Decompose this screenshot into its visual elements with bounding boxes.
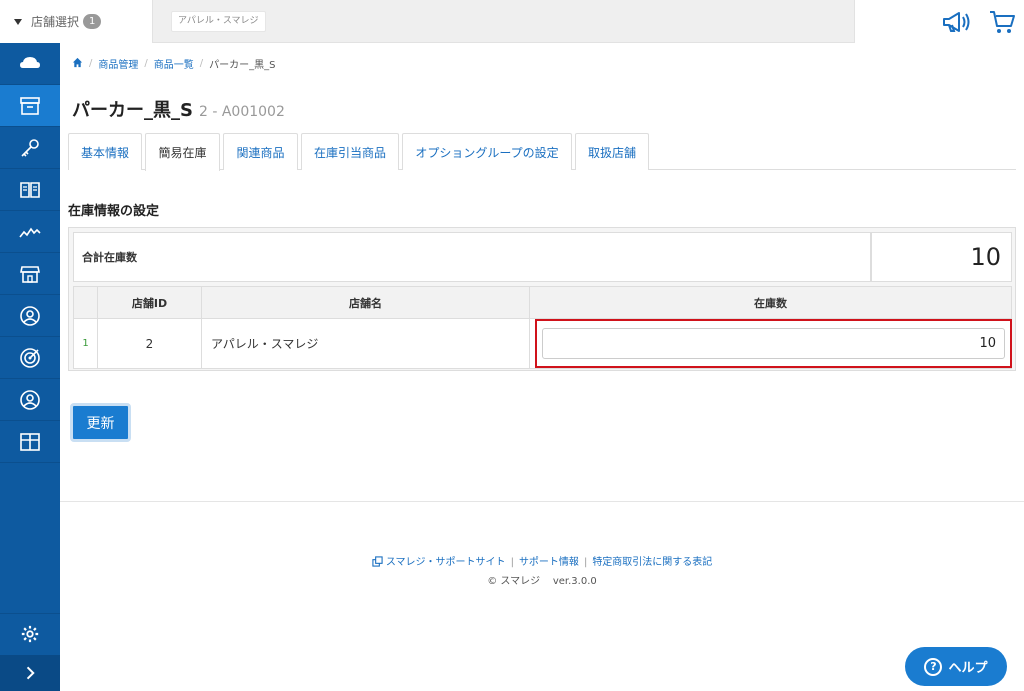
table-header-store-name: 店舗名 (201, 286, 530, 319)
breadcrumb-current: パーカー_黒_S (209, 60, 276, 71)
book-icon (20, 181, 40, 198)
breadcrumb-product-list[interactable]: 商品一覧 (154, 56, 194, 71)
sidebar-item-settings-key[interactable] (0, 127, 60, 169)
sidebar-item-customers[interactable] (0, 379, 60, 421)
footer-divider (60, 501, 1024, 502)
stock-section-title: 在庫情報の設定 (68, 204, 160, 219)
tab-bar: 基本情報 簡易在庫 関連商品 在庫引当商品 オプショングループの設定 取扱店舗 (68, 133, 1016, 171)
cart-icon[interactable] (987, 8, 1017, 36)
selected-store-chip[interactable]: アパレル・スマレジ (171, 11, 266, 32)
megaphone-icon[interactable] (941, 8, 971, 36)
sidebar-item-analytics[interactable] (0, 211, 60, 253)
table-header-index (73, 286, 98, 319)
total-stock-value: 10 (871, 232, 1012, 282)
copyright-text: © スマレジ (487, 576, 541, 587)
sidebar-item-stores[interactable] (0, 253, 60, 295)
legal-notice-link[interactable]: 特定商取引法に関する表記 (592, 557, 712, 568)
gear-icon (21, 625, 39, 642)
store-select-label: 店舗選択 (31, 15, 80, 29)
store-select-dropdown[interactable]: 店舗選択 1 (0, 0, 153, 43)
tab-option-groups[interactable]: オプショングループの設定 (402, 133, 572, 170)
footer-links: スマレジ・サポートサイト | サポート情報 | 特定商取引法に関する表記 (60, 553, 1024, 568)
chart-line-icon (19, 227, 41, 237)
sidebar (0, 43, 60, 691)
main-content: / 商品管理 / 商品一覧 / パーカー_黒_S パーカー_黒_S 2 - A00… (60, 43, 1024, 691)
external-link-icon (372, 556, 383, 568)
customer-icon (20, 389, 40, 410)
grid-icon (20, 432, 40, 451)
support-site-link[interactable]: スマレジ・サポートサイト (386, 557, 506, 568)
tab-handling-stores[interactable]: 取扱店舗 (575, 133, 649, 170)
tab-related-products[interactable]: 関連商品 (223, 133, 298, 170)
chevron-right-icon (26, 666, 35, 680)
table-header-stock: 在庫数 (529, 286, 1012, 319)
version-text: ver.3.0.0 (552, 576, 597, 587)
caret-down-icon (14, 18, 22, 25)
home-icon[interactable] (72, 57, 83, 71)
tab-basic-info[interactable]: 基本情報 (68, 133, 142, 170)
question-icon: ? (924, 657, 943, 676)
target-icon (20, 347, 40, 368)
sidebar-settings-button[interactable] (0, 613, 60, 653)
tab-stock-allocation[interactable]: 在庫引当商品 (301, 133, 399, 170)
key-icon (21, 138, 39, 157)
help-button[interactable]: ? ヘルプ (905, 647, 1007, 686)
table-row-index: 1 (73, 318, 98, 369)
page-title: パーカー_黒_S 2 - A001002 (72, 96, 285, 122)
sidebar-item-catalog[interactable] (0, 169, 60, 211)
breadcrumb: / 商品管理 / 商品一覧 / パーカー_黒_S (72, 56, 275, 71)
sidebar-item-products[interactable] (0, 85, 60, 127)
sidebar-expand-button[interactable] (0, 655, 60, 691)
store-icon (20, 265, 40, 283)
cloud-icon (20, 56, 40, 68)
product-name: パーカー_黒_S (72, 100, 193, 121)
sidebar-item-marketing[interactable] (0, 337, 60, 379)
table-header-store-id: 店舗ID (97, 286, 202, 319)
table-row-store-id: 2 (97, 318, 202, 369)
store-count-badge: 1 (83, 14, 102, 29)
stock-panel: 合計在庫数 10 店舗ID 店舗名 在庫数 1 2 アパレル・スマレジ (68, 227, 1016, 371)
breadcrumb-product-management[interactable]: 商品管理 (98, 56, 138, 71)
total-stock-label: 合計在庫数 (73, 232, 871, 282)
box-icon (20, 96, 40, 115)
sidebar-item-apps[interactable] (0, 421, 60, 463)
sidebar-item-staff[interactable] (0, 295, 60, 337)
footer-copyright: © スマレジ ver.3.0.0 (60, 572, 1024, 587)
stock-input-highlight (535, 319, 1012, 368)
product-code: 2 - A001002 (198, 104, 285, 120)
table-row-store-name: アパレル・スマレジ (201, 318, 530, 369)
update-button[interactable]: 更新 (70, 403, 131, 442)
top-right-actions (854, 0, 1024, 43)
help-label: ヘルプ (948, 661, 988, 676)
support-info-link[interactable]: サポート情報 (519, 557, 579, 568)
stock-quantity-input[interactable] (542, 328, 1005, 359)
user-circle-icon (20, 305, 40, 326)
top-bar: 店舗選択 1 アパレル・スマレジ (0, 0, 1024, 43)
tab-simple-stock[interactable]: 簡易在庫 (145, 133, 220, 171)
sidebar-item-home[interactable] (0, 43, 60, 85)
